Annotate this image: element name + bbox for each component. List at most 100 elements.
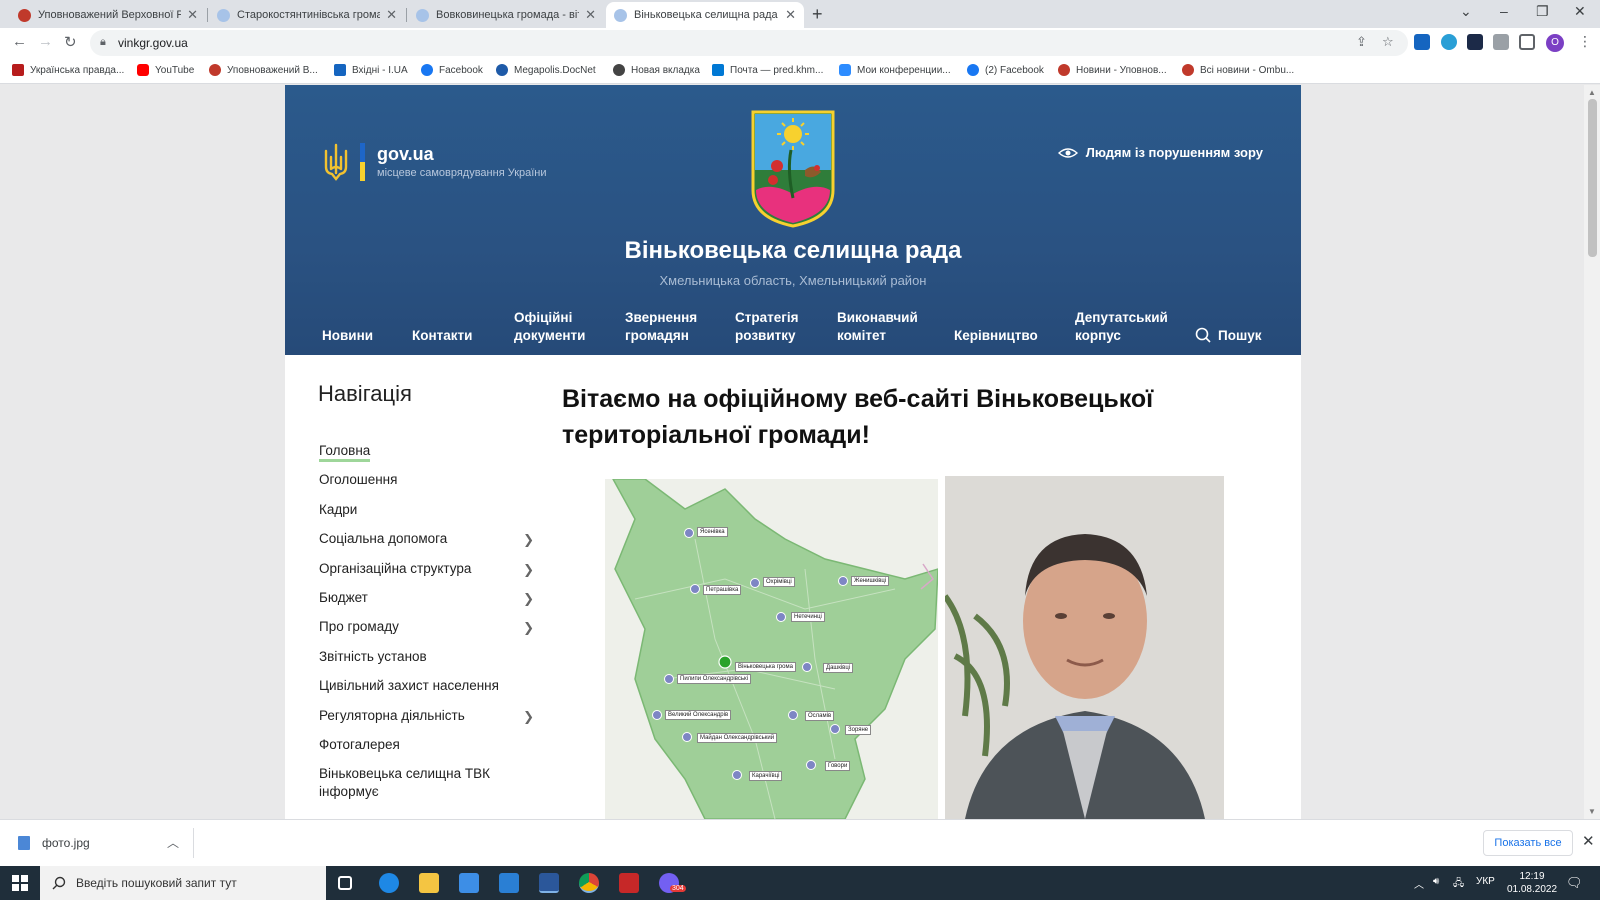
- antivirus-shield-icon[interactable]: [619, 873, 639, 893]
- nav-deputy-corps[interactable]: Депутатський корпус: [1075, 309, 1168, 345]
- bookmark-star-icon[interactable]: ☆: [1382, 34, 1394, 50]
- tab-close-icon[interactable]: ✕: [585, 7, 596, 23]
- windows-start-icon[interactable]: [12, 875, 28, 891]
- nav-citizen-appeals[interactable]: Звернення громадян: [625, 309, 697, 345]
- nav-executive-committee[interactable]: Виконавчий комітет: [837, 309, 918, 345]
- chevron-right-icon[interactable]: ❯: [523, 619, 534, 637]
- sidebar-item-about[interactable]: Про громаду ❯: [319, 618, 534, 636]
- gov-ua-logo[interactable]: gov.ua: [377, 144, 434, 165]
- sidebar-item-org-structure[interactable]: Організаційна структура ❯: [319, 560, 534, 578]
- lock-icon[interactable]: 🔒︎: [100, 36, 106, 49]
- sidebar-item-social-assistance[interactable]: Соціальна допомога ❯: [319, 530, 534, 548]
- reload-icon[interactable]: ↻: [64, 33, 77, 51]
- scroll-up-arrow-icon[interactable]: ▲: [1588, 88, 1596, 97]
- sidebar-item-photo-gallery[interactable]: Фотогалерея: [319, 736, 534, 754]
- bookmark-item[interactable]: Почта — pred.khm...: [712, 64, 823, 76]
- store-icon[interactable]: [459, 873, 479, 893]
- edge-browser-icon[interactable]: [379, 873, 399, 893]
- bookmark-item[interactable]: Всі новини - Ombu...: [1182, 64, 1294, 76]
- bookmark-item[interactable]: (2) Facebook: [967, 64, 1044, 76]
- search-button[interactable]: Пошук: [1195, 327, 1261, 343]
- bookmark-item[interactable]: Уповноважений В...: [209, 64, 318, 76]
- nav-news[interactable]: Новини: [322, 327, 373, 345]
- address-bar[interactable]: 🔒︎ vinkgr.gov.ua ⇪ ☆: [90, 30, 1408, 56]
- mail-icon[interactable]: [499, 873, 519, 893]
- notification-icon[interactable]: 🗨︎: [1566, 875, 1583, 891]
- browser-tab-3[interactable]: Вовковинецька громада - вітає ✕: [408, 2, 604, 28]
- close-window-button[interactable]: ✕: [1574, 3, 1586, 20]
- close-download-bar-icon[interactable]: ✕: [1582, 832, 1595, 850]
- sidebar-item-budget[interactable]: Бюджет ❯: [319, 589, 534, 607]
- coat-of-arms-logo[interactable]: [751, 110, 835, 228]
- chevron-right-icon[interactable]: ❯: [523, 590, 534, 608]
- network-icon[interactable]: 🖧: [1453, 876, 1464, 893]
- sidebar-item-civil-protection[interactable]: Цивільний захист населення: [319, 677, 534, 695]
- bookmark-item[interactable]: Новая вкладка: [613, 64, 700, 76]
- taskbar-search-box[interactable]: Введіть пошуковий запит тут: [40, 866, 326, 900]
- bookmark-item[interactable]: Мои конференции...: [839, 64, 951, 76]
- download-item[interactable]: фото.jpg ︿: [12, 828, 194, 858]
- nav-leadership[interactable]: Керівництво: [954, 327, 1038, 345]
- extension-icon[interactable]: [1414, 34, 1430, 50]
- tab-search-icon[interactable]: ⌄: [1460, 3, 1472, 20]
- chevron-right-icon[interactable]: ❯: [523, 531, 534, 549]
- side-panel-icon[interactable]: [1519, 34, 1535, 50]
- word-icon[interactable]: [539, 873, 559, 893]
- minimize-button[interactable]: –: [1500, 3, 1508, 19]
- community-map[interactable]: Ясенівка Петрашівка Охрімівці Женишківці…: [605, 479, 938, 819]
- tab-title: Старокостянтинівська громада - с: [237, 9, 381, 21]
- forward-arrow-icon[interactable]: →: [38, 33, 53, 50]
- scroll-down-arrow-icon[interactable]: ▼: [1588, 807, 1596, 816]
- task-view-icon[interactable]: [338, 876, 352, 890]
- nav-development-strategy[interactable]: Стратегія розвитку: [735, 309, 799, 345]
- download-file-name: фото.jpg: [42, 836, 90, 850]
- extension-icon[interactable]: [1441, 34, 1457, 50]
- chevron-up-icon[interactable]: ︿: [167, 834, 179, 851]
- page-viewport: gov.ua місцеве самоврядування України Лю…: [0, 85, 1600, 819]
- welcome-heading: Вітаємо на офіційному веб-сайті Вінькове…: [562, 385, 1154, 449]
- tab-close-icon[interactable]: ✕: [187, 7, 198, 23]
- scrollbar-thumb[interactable]: [1588, 99, 1597, 257]
- restore-button[interactable]: ❐: [1536, 3, 1549, 20]
- file-explorer-icon[interactable]: [419, 873, 439, 893]
- bookmark-item[interactable]: Вхідні - I.UA: [334, 64, 408, 76]
- volume-icon[interactable]: 🔊︎: [1433, 876, 1439, 887]
- bookmark-item[interactable]: YouTube: [137, 64, 194, 76]
- new-tab-button[interactable]: +: [812, 4, 823, 25]
- tray-chevron-up-icon[interactable]: ︿: [1414, 876, 1424, 891]
- profile-avatar[interactable]: O: [1546, 34, 1564, 52]
- chevron-right-icon[interactable]: ❯: [523, 561, 534, 579]
- tab-close-icon[interactable]: ✕: [386, 7, 397, 23]
- bookmark-item[interactable]: Megapolis.DocNet: [496, 64, 596, 76]
- browser-tab-1[interactable]: Уповноважений Верховної Ради ✕: [10, 2, 206, 28]
- back-arrow-icon[interactable]: ←: [12, 33, 27, 50]
- sidebar-item-regulatory[interactable]: Регуляторна діяльність ❯: [319, 707, 534, 725]
- url-text[interactable]: vinkgr.gov.ua: [118, 36, 188, 50]
- show-all-downloads-button[interactable]: Показать все: [1483, 830, 1573, 856]
- sidebar-item-personnel[interactable]: Кадри: [319, 501, 534, 519]
- extension-icon[interactable]: [1467, 34, 1483, 50]
- vision-impaired-link[interactable]: Людям із порушенням зору: [1057, 145, 1263, 160]
- share-icon[interactable]: ⇪: [1356, 34, 1367, 50]
- nav-contacts[interactable]: Контакти: [412, 327, 472, 345]
- bookmark-item[interactable]: Українська правда...: [12, 64, 124, 76]
- eye-icon: [1057, 147, 1078, 158]
- trident-icon[interactable]: [323, 143, 349, 181]
- browser-tab-4-active[interactable]: Віньковецька селищна рада - в ✕: [606, 2, 804, 28]
- chrome-icon[interactable]: [579, 873, 599, 893]
- nav-official-documents[interactable]: Офіційні документи: [514, 309, 585, 345]
- chevron-right-icon[interactable]: ❯: [523, 708, 534, 726]
- sidebar-item-announcements[interactable]: Оголошення: [319, 471, 534, 489]
- taskbar-clock[interactable]: 12:19 01.08.2022: [1504, 870, 1560, 896]
- extensions-puzzle-icon[interactable]: [1493, 34, 1509, 50]
- browser-tab-2[interactable]: Старокостянтинівська громада - с ✕: [209, 2, 405, 28]
- sidebar-item-home[interactable]: Головна: [319, 442, 534, 462]
- outlook-icon: [712, 64, 724, 76]
- sidebar-item-election-commission[interactable]: Віньковецька селищна ТВК інформує: [319, 765, 509, 801]
- menu-kebab-icon[interactable]: ⋮: [1578, 33, 1592, 50]
- language-indicator[interactable]: УКР: [1476, 876, 1495, 887]
- sidebar-item-reports[interactable]: Звітність установ: [319, 648, 534, 666]
- bookmark-item[interactable]: Facebook: [421, 64, 483, 76]
- bookmark-item[interactable]: Новини - Уповнов...: [1058, 64, 1167, 76]
- tab-close-icon[interactable]: ✕: [785, 7, 796, 23]
